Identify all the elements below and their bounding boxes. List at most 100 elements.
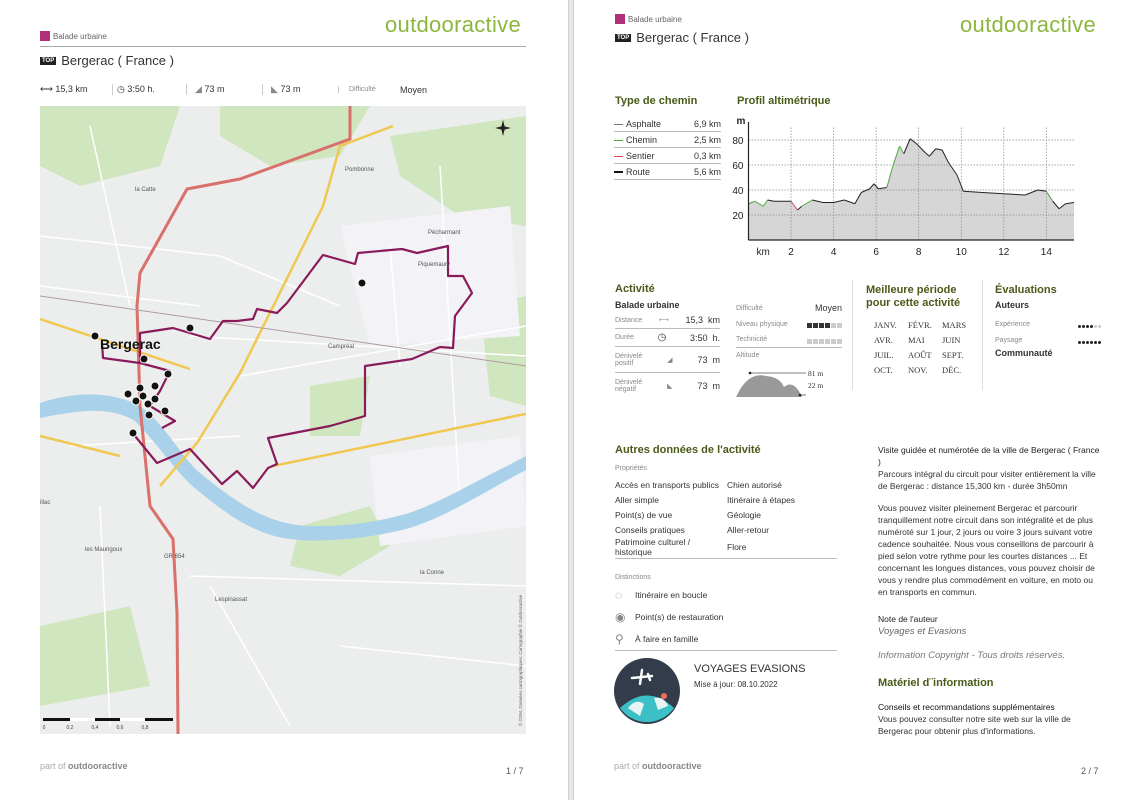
author-note-text: Voyages et Evasions <box>878 626 967 637</box>
path-type-row: Route 5,6 km <box>614 164 721 180</box>
property-row: Point(s) de vue Géologie <box>615 507 837 522</box>
month: DÉC. <box>942 365 962 375</box>
map-copyright: © OSM, Données cartographiques: Cartogra… <box>517 594 523 726</box>
x-tick-label: 2 <box>788 247 794 258</box>
month: MAI <box>908 335 925 345</box>
path-type-label: Chemin <box>614 135 657 145</box>
material-heading: Matériel d¨information <box>878 677 994 689</box>
property: Accès en transports publics <box>615 479 719 490</box>
property-row: Patrimoine culturel / historique Flore <box>615 537 837 557</box>
material-subheading: Conseils et recommandations supplémentai… <box>878 702 1055 712</box>
author-name[interactable]: VOYAGES EVASIONS <box>694 663 805 675</box>
distinction-label: Itinéraire en boucle <box>635 590 708 600</box>
value: Moyen <box>814 303 842 313</box>
divider <box>40 46 526 47</box>
level-mark <box>831 323 836 328</box>
top-badge: TOP <box>615 33 632 42</box>
svg-text:la Conne: la Conne <box>420 570 445 576</box>
scale-label: 0,2 <box>67 725 74 731</box>
label: Technicité <box>736 336 768 343</box>
ascent-value: 73 m <box>204 84 225 94</box>
svg-text:Campréal: Campréal <box>328 344 354 350</box>
label: Dénivelé négatif <box>615 379 643 393</box>
path-type-row: Asphalte 6,9 km <box>614 116 721 132</box>
page-2: outdooractive Balade urbaine TOP Bergerac… <box>574 0 1140 800</box>
part-of: part of <box>614 761 640 771</box>
svg-text:Piquemaury: Piquemaury <box>418 262 450 268</box>
property: Point(s) de vue <box>615 509 673 520</box>
stat-distance: ⟷ 15,3 km <box>40 84 112 95</box>
property: Géologie <box>727 509 762 520</box>
landscape-row: Paysage <box>995 332 1101 348</box>
scale-label: 0,4 <box>92 725 99 731</box>
label: Asphalte <box>626 118 662 129</box>
ratings: Auteurs Expérience Paysage Communauté <box>995 300 1101 358</box>
season-months: JANV. FÉVR. MARS AVR. MAI JUIN JUIL. AOÛT SEPT. O… <box>874 320 974 375</box>
properties-list: Accès en transports publics Chien autoris… <box>615 477 837 559</box>
community-label: Communauté <box>995 348 1053 358</box>
ascent-icon: ◢ <box>195 84 202 94</box>
property: Aller simple <box>615 494 659 505</box>
technique-level-squares <box>806 331 842 349</box>
urban-walk-icon <box>40 31 50 41</box>
category-label: Balade urbaine <box>53 31 107 41</box>
stat-descent: ◣ 73 m <box>262 84 338 95</box>
page-number: 2 / 7 <box>1081 766 1099 776</box>
property: Patrimoine culturel / historique <box>615 537 691 557</box>
material: Conseils et recommandations supplémentai… <box>878 701 1104 737</box>
month: OCT. <box>874 365 893 375</box>
loop-icon: ◌ <box>615 588 623 602</box>
distance-value: 15,3 km <box>55 84 88 94</box>
title-text: Bergerac ( France ) <box>636 30 749 45</box>
activity-levels: Difficulté Moyen Niveau physique Technici… <box>736 300 842 404</box>
ascent-icon: ◢ <box>667 356 673 364</box>
brand-logo: outdooractive <box>960 12 1096 37</box>
ratings-heading: Évaluations <box>995 284 1057 296</box>
description-title: Visite guidée et numérotée de la ville d… <box>878 445 1100 467</box>
line-swatch-icon <box>614 139 623 141</box>
scale-label: 0,8 <box>142 725 149 731</box>
property-row: Conseils pratiques Aller-retour <box>615 522 837 537</box>
difficulty-value: Moyen <box>400 84 428 95</box>
other-data-heading: Autres données de l'activité <box>615 444 761 456</box>
description-intro: Parcours intégral du circuit pour visite… <box>878 469 1096 491</box>
title-text: Bergerac ( France ) <box>61 53 174 68</box>
value: 5,6 km <box>693 166 721 177</box>
path-types-heading: Type de chemin <box>615 95 698 107</box>
stats-bar: ⟷ 15,3 km ◷ 3:50 h. ◢ 73 m ◣ 73 m Diffic… <box>40 84 526 95</box>
property: Flore <box>727 542 747 552</box>
path-type-label: Route <box>614 167 650 177</box>
copyright-text: Information Copyright - Tous droits rése… <box>878 650 1066 661</box>
level-mark <box>807 323 812 328</box>
month: JUIL. <box>874 350 894 360</box>
svg-text:Pombonne: Pombonne <box>345 167 375 173</box>
month: AVR. <box>874 335 893 345</box>
property-row: Aller simple Itinéraire à étapes <box>615 492 837 507</box>
altitude-icon <box>736 371 806 397</box>
technique-row: Technicité <box>736 332 842 348</box>
altitude-label: Altitude <box>736 352 760 359</box>
month: AOÛT <box>908 350 932 360</box>
activity-distance: Distance ⟷ 15,3 km <box>615 312 720 329</box>
level-mark <box>819 338 824 344</box>
svg-text:GR 654: GR 654 <box>164 554 185 560</box>
page-title: TOP Bergerac ( France ) <box>615 30 749 45</box>
level-mark <box>837 323 842 328</box>
route-map[interactable]: Bergerac Pombonne la Catte Pécharmant les M… <box>40 106 526 734</box>
distinction-label: À faire en famille <box>635 634 699 644</box>
altitude-max: 81 m <box>808 369 824 378</box>
footer-brand-name: outdooractive <box>642 761 702 771</box>
descent-icon: ◣ <box>271 84 278 94</box>
path-types-list: Asphalte 6,9 km Chemin 2,5 km Sentier 0,3 km R… <box>614 116 721 180</box>
y-tick-label: 80 <box>732 136 744 147</box>
activity-duration: Durée ◷ 3:50 h. <box>615 329 720 347</box>
level-mark <box>1094 325 1097 328</box>
activity-descent: Dénivelé négatif ◣ 73 m <box>615 373 720 399</box>
property: Conseils pratiques <box>615 524 685 535</box>
author-note-label: Note de l'auteur <box>878 614 938 624</box>
distance-icon: ⟷ <box>658 317 669 324</box>
y-tick-label: 40 <box>732 186 744 197</box>
path-type-label: Sentier <box>614 151 655 161</box>
y-tick-label: 20 <box>732 211 744 222</box>
line-swatch-icon <box>614 123 623 125</box>
